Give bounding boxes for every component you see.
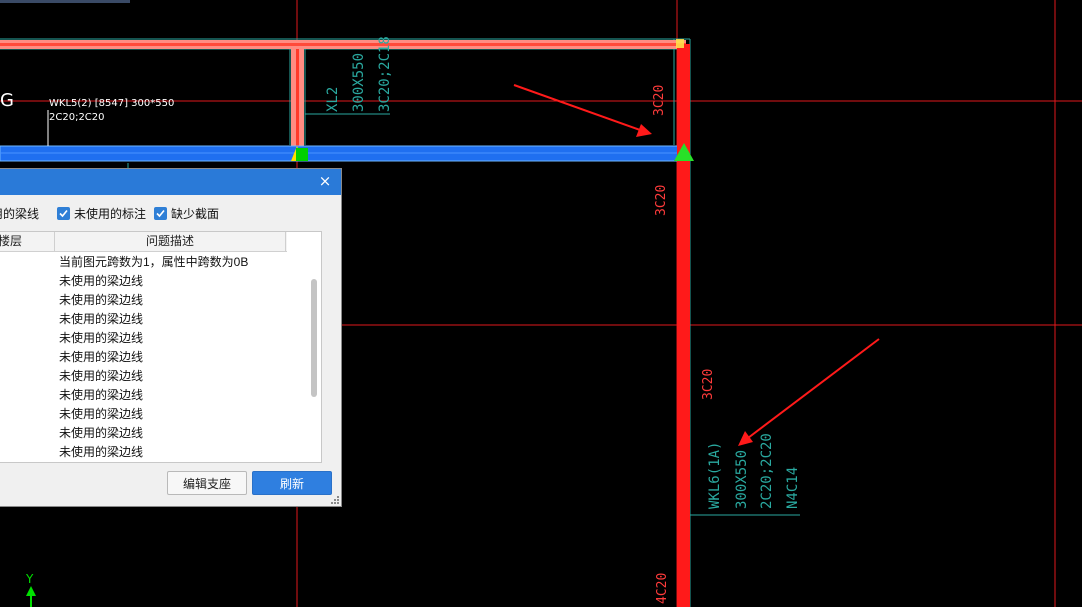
wkl6-beam[interactable] (677, 44, 690, 607)
wkl6-size-label[interactable]: 300X550 (734, 450, 750, 509)
filter-label: 用的梁线 (0, 206, 40, 221)
drawing-letter-g: G (0, 90, 14, 111)
wkl5-label-line1[interactable]: WKL5(2) [8547] 300*550 (49, 98, 174, 109)
filter-missing-section[interactable]: 缺少截面 (154, 203, 219, 223)
toolbar-remnant (0, 0, 130, 3)
table-row[interactable]: 未使用的梁边线 (59, 348, 143, 367)
wkl6-name-label[interactable]: WKL6(1A) (707, 442, 723, 509)
filter-label: 未使用的标注 (74, 206, 147, 221)
column-header-description[interactable]: 问题描述 (55, 232, 286, 251)
rebar-mark-4[interactable]: 4C20 (655, 573, 670, 604)
xl2-name-label[interactable]: XL2 (325, 87, 341, 112)
close-icon[interactable]: × (317, 172, 333, 190)
table-row[interactable]: 未使用的梁边线 (59, 329, 143, 348)
filter-unused-beam-lines[interactable]: 用的梁线 (0, 203, 39, 223)
y-axis-indicator-icon (26, 586, 36, 607)
table-row[interactable]: 未使用的梁边线 (59, 367, 143, 386)
table-header: 楼层 问题描述 (0, 232, 287, 252)
resize-grip-icon[interactable] (330, 495, 340, 505)
filter-label: 缺少截面 (171, 206, 220, 221)
refresh-button[interactable]: 刷新 (252, 471, 332, 495)
wkl6-rebar-label[interactable]: 2C20;2C20 (759, 433, 775, 509)
filter-unused-annotations[interactable]: 未使用的标注 (57, 203, 146, 223)
table-row[interactable]: 未使用的梁边线 (59, 272, 143, 291)
arrow-icon (738, 338, 880, 446)
rebar-mark-2[interactable]: 3C20 (654, 185, 669, 216)
table-row[interactable]: 未使用的梁边线 (59, 386, 143, 405)
table-row[interactable]: 未使用的梁边线 (59, 405, 143, 424)
xl2-rebar-label[interactable]: 3C20;2C18 (377, 36, 393, 112)
table-row[interactable]: 当前图元跨数为1，属性中跨数为0B (59, 253, 248, 272)
checkbox-checked-icon[interactable] (57, 206, 70, 220)
table-row[interactable]: 未使用的梁边线 (59, 443, 143, 462)
vertical-scrollbar[interactable] (311, 279, 317, 397)
corner-marker (676, 39, 684, 48)
issue-list-table[interactable]: 楼层 问题描述 当前图元跨数为1，属性中跨数为0B 未使用的梁边线 未使用的梁边… (0, 231, 322, 463)
wkl6-waist-label[interactable]: N4C14 (785, 467, 801, 509)
dialog-titlebar[interactable]: × (0, 169, 341, 195)
table-row[interactable]: 未使用的梁边线 (59, 291, 143, 310)
xl2-beam-core (296, 49, 299, 147)
edit-support-button[interactable]: 编辑支座 (167, 471, 247, 495)
support-marker-green-square (296, 148, 308, 161)
top-beam-core (0, 43, 686, 46)
y-axis-label: Y (26, 572, 34, 586)
column-header-floor[interactable]: 楼层 (0, 232, 55, 251)
wkl5-label-line2[interactable]: 2C20;2C20 (49, 112, 105, 123)
rebar-mark-3[interactable]: 3C20 (701, 369, 716, 400)
rebar-mark-1[interactable]: 3C20 (652, 85, 667, 116)
table-row[interactable]: 未使用的梁边线 (59, 310, 143, 329)
arrow-icon (513, 84, 652, 137)
filter-options: 用的梁线 未使用的标注 缺少截面 (0, 203, 341, 223)
checkbox-checked-icon[interactable] (154, 206, 167, 220)
xl2-size-label[interactable]: 300X550 (351, 53, 367, 112)
table-row[interactable]: 未使用的梁边线 (59, 424, 143, 443)
check-dialog: × 用的梁线 未使用的标注 缺少截面 楼层 问题描述 当前图元跨数为1，属性中跨… (0, 168, 342, 507)
